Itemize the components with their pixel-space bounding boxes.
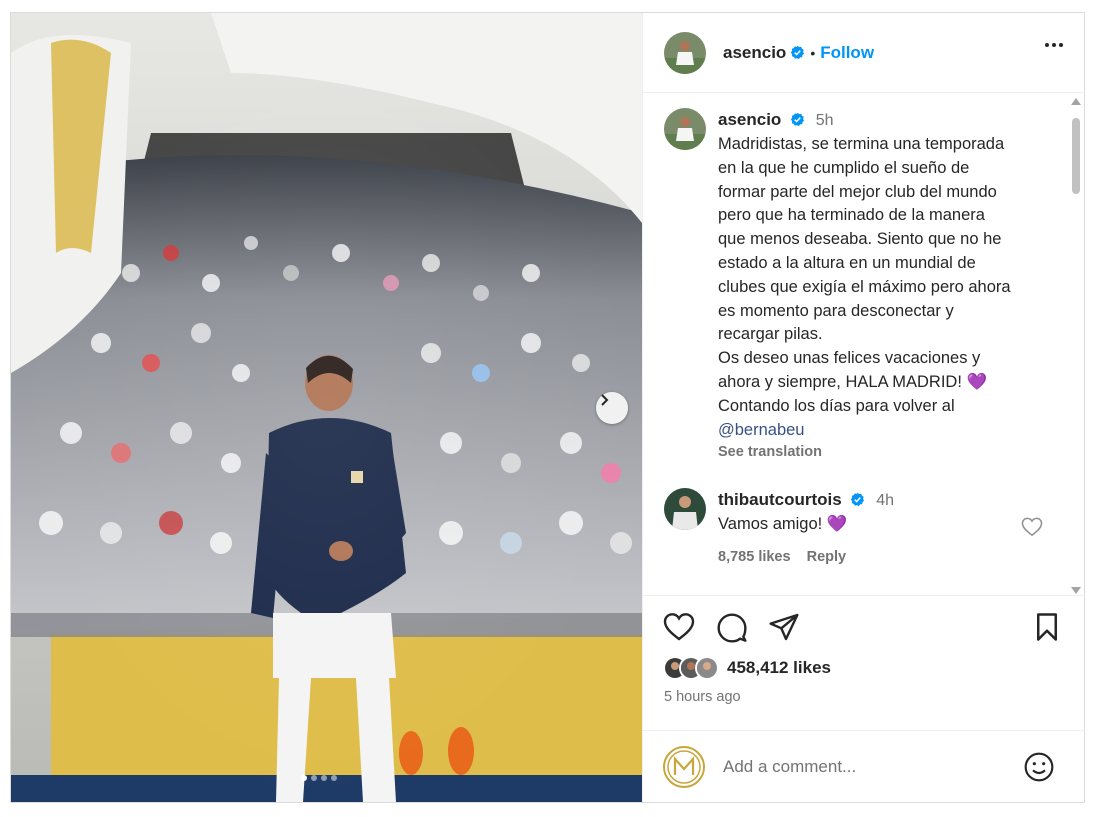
- comments-scrollbar[interactable]: [1070, 98, 1082, 594]
- comment-text: Vamos amigo! 💜: [718, 515, 848, 533]
- comments-list[interactable]: asencio 5h Madridistas, se termina una t…: [643, 94, 1085, 594]
- comment-icon[interactable]: [716, 612, 748, 644]
- comment-time[interactable]: 4h: [876, 492, 894, 509]
- comment-item: thibautcourtois 4h Vamos amigo! 💜 8,785 …: [664, 488, 1048, 565]
- author-username[interactable]: asencio: [723, 43, 786, 63]
- heart-icon[interactable]: [1021, 517, 1043, 537]
- scroll-down-arrow[interactable]: [1071, 587, 1081, 594]
- likes-count[interactable]: 458,412 likes: [727, 658, 831, 678]
- emoji-icon[interactable]: [1023, 751, 1055, 783]
- more-options-icon[interactable]: [1045, 43, 1063, 47]
- follow-button[interactable]: Follow: [820, 43, 874, 63]
- comment-likes[interactable]: 8,785 likes: [718, 549, 791, 565]
- current-user-avatar: [663, 745, 705, 788]
- post-header: asencio • Follow: [643, 13, 1085, 93]
- caption-text: Madridistas, se termina una temporada en…: [718, 135, 1011, 415]
- heart-icon[interactable]: [663, 612, 695, 642]
- header-separator: •: [810, 44, 816, 61]
- commenter-avatar[interactable]: [664, 488, 706, 530]
- next-photo-button[interactable]: [596, 392, 628, 424]
- comment-username[interactable]: thibautcourtois: [718, 490, 842, 509]
- bookmark-icon[interactable]: [1033, 612, 1061, 642]
- chevron-right-icon: [601, 394, 609, 406]
- scroll-thumb[interactable]: [1072, 118, 1080, 194]
- post-details-panel: asencio • Follow asencio 5h Madridistas,…: [642, 13, 1085, 802]
- liker-avatar: [695, 656, 719, 680]
- post-actions: 458,412 likes 5 hours ago: [643, 595, 1085, 730]
- carousel-dot: [331, 775, 337, 781]
- carousel-indicator: [301, 775, 337, 781]
- mention-link[interactable]: @bernabeu: [718, 419, 1048, 443]
- send-icon[interactable]: [768, 612, 800, 642]
- scroll-up-arrow[interactable]: [1071, 98, 1081, 105]
- caption-avatar[interactable]: [664, 108, 706, 150]
- verified-badge-icon: [791, 45, 805, 60]
- author-avatar[interactable]: [664, 31, 706, 74]
- add-comment-bar: [643, 730, 1085, 802]
- post-modal: asencio • Follow asencio 5h Madridistas,…: [10, 12, 1085, 803]
- carousel-dot-active: [301, 775, 307, 781]
- carousel-dot: [321, 775, 327, 781]
- comment-meta: 8,785 likes Reply: [718, 549, 1048, 565]
- caption-block: asencio 5h Madridistas, se termina una t…: [664, 108, 1048, 460]
- post-timestamp[interactable]: 5 hours ago: [664, 689, 741, 705]
- caption-time[interactable]: 5h: [816, 112, 834, 129]
- carousel-dot: [311, 775, 317, 781]
- verified-badge-icon: [790, 112, 805, 127]
- photo-image: [11, 13, 642, 802]
- likers-row[interactable]: 458,412 likes: [663, 656, 831, 680]
- comment-reply-button[interactable]: Reply: [807, 549, 847, 565]
- see-translation-button[interactable]: See translation: [718, 444, 1048, 460]
- comment-input[interactable]: [723, 756, 1013, 777]
- post-photo[interactable]: [11, 13, 642, 802]
- caption-username[interactable]: asencio: [718, 110, 781, 129]
- verified-badge-icon: [851, 492, 865, 507]
